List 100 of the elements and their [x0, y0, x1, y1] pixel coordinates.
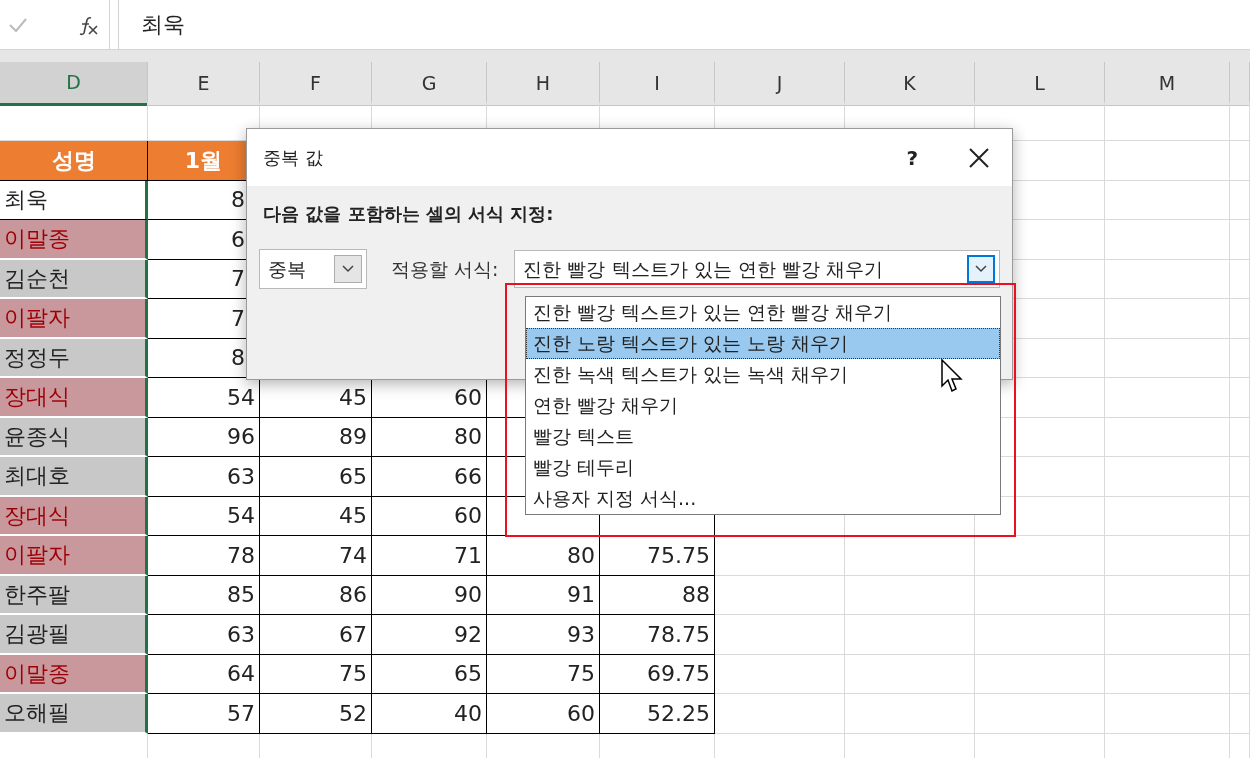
empty-cell[interactable] [1230, 378, 1250, 418]
empty-cell[interactable] [1105, 496, 1230, 536]
empty-cell[interactable] [1230, 496, 1250, 536]
help-button[interactable]: ? [906, 142, 918, 173]
empty-cell[interactable] [845, 536, 975, 576]
empty-cell[interactable] [1105, 615, 1230, 655]
empty-cell[interactable] [1105, 259, 1230, 299]
empty-cell[interactable] [975, 694, 1105, 734]
empty-cell[interactable] [1230, 575, 1250, 615]
empty-cell[interactable] [715, 575, 845, 615]
rule-select[interactable]: 중복 [259, 249, 367, 289]
column-header[interactable] [1230, 62, 1250, 106]
empty-cell[interactable] [1230, 220, 1250, 260]
table-cell: 45 [260, 496, 372, 536]
prompt-text: 다음 값을 포함하는 셀의 서식 지정: [262, 202, 555, 226]
empty-cell[interactable] [1230, 457, 1250, 497]
table-cell: 60 [372, 496, 487, 536]
dropdown-option[interactable]: 진한 노랑 텍스트가 있는 노랑 채우기 [526, 328, 1000, 359]
name-cell[interactable]: 정정두 [0, 338, 148, 378]
column-header[interactable]: G [372, 62, 487, 106]
empty-cell[interactable] [1230, 259, 1250, 299]
empty-cell[interactable] [1105, 101, 1230, 141]
empty-cell[interactable] [1105, 536, 1230, 576]
empty-cell[interactable] [1230, 417, 1250, 457]
column-header[interactable]: K [845, 62, 975, 106]
close-icon[interactable] [968, 146, 990, 169]
name-cell[interactable]: 최대호 [0, 457, 148, 497]
empty-cell[interactable] [975, 654, 1105, 694]
empty-cell[interactable] [1230, 180, 1250, 220]
dropdown-option[interactable]: 진한 빨강 텍스트가 있는 연한 빨강 채우기 [526, 297, 1000, 328]
table-cell: 78.75 [600, 615, 715, 655]
dropdown-option[interactable]: 빨강 테두리 [526, 452, 1000, 483]
name-cell[interactable]: 이팔자 [0, 536, 148, 576]
dropdown-option[interactable]: 연한 빨강 채우기 [526, 390, 1000, 421]
empty-cell[interactable] [975, 615, 1105, 655]
column-header[interactable]: M [1105, 62, 1230, 106]
table-cell: 92 [372, 615, 487, 655]
table-cell: 67 [260, 615, 372, 655]
empty-cell[interactable] [975, 575, 1105, 615]
formula-field[interactable]: 최욱 [118, 0, 1250, 49]
name-cell[interactable]: 한주팔 [0, 575, 148, 615]
table-cell: 91 [487, 575, 600, 615]
column-header[interactable]: L [975, 62, 1105, 106]
name-cell[interactable]: 장대식 [0, 378, 148, 418]
empty-cell[interactable] [975, 536, 1105, 576]
empty-cell[interactable] [715, 615, 845, 655]
name-cell[interactable]: 김순천 [0, 259, 148, 299]
empty-cell[interactable] [1230, 536, 1250, 576]
dropdown-option[interactable]: 사용자 지정 서식... [526, 483, 1000, 514]
name-cell[interactable]: 오해필 [0, 694, 148, 734]
empty-cell[interactable] [845, 694, 975, 734]
empty-cell[interactable] [1105, 220, 1230, 260]
empty-cell[interactable] [1230, 694, 1250, 734]
table-cell: 63 [148, 615, 260, 655]
empty-cell[interactable] [1105, 141, 1230, 181]
column-header[interactable]: E [148, 62, 260, 106]
empty-cell[interactable] [1105, 378, 1230, 418]
name-cell[interactable]: 이말종 [0, 220, 148, 260]
empty-cell[interactable] [845, 654, 975, 694]
empty-cell[interactable] [1230, 338, 1250, 378]
empty-cell[interactable] [1105, 180, 1230, 220]
column-header[interactable]: I [600, 62, 715, 106]
column-header[interactable]: J [715, 62, 845, 106]
check-icon[interactable] [8, 16, 28, 33]
format-select[interactable]: 진한 빨강 텍스트가 있는 연한 빨강 채우기 [514, 250, 1000, 288]
table-cell: 90 [372, 575, 487, 615]
table-cell: 85 [148, 575, 260, 615]
empty-cell[interactable] [845, 615, 975, 655]
empty-cell[interactable] [715, 536, 845, 576]
dropdown-option[interactable]: 빨강 텍스트 [526, 421, 1000, 452]
empty-cell[interactable] [1230, 141, 1250, 181]
name-cell[interactable]: 윤종식 [0, 417, 148, 457]
dropdown-option[interactable]: 진한 녹색 텍스트가 있는 녹색 채우기 [526, 359, 1000, 390]
empty-cell[interactable] [715, 654, 845, 694]
empty-cell[interactable] [1105, 457, 1230, 497]
name-cell[interactable]: 최욱 [0, 180, 148, 220]
name-cell[interactable]: 이말종 [0, 654, 148, 694]
table-cell: 88 [600, 575, 715, 615]
empty-cell[interactable] [1230, 299, 1250, 339]
empty-cell[interactable] [1105, 654, 1230, 694]
table-cell: 78 [148, 536, 260, 576]
table-cell: 96 [148, 417, 260, 457]
empty-cell[interactable] [1105, 575, 1230, 615]
column-header[interactable]: D [0, 62, 148, 106]
empty-cell[interactable] [1230, 615, 1250, 655]
empty-cell[interactable] [715, 694, 845, 734]
name-cell[interactable]: 장대식 [0, 496, 148, 536]
empty-cell[interactable] [845, 575, 975, 615]
empty-cell[interactable] [1105, 299, 1230, 339]
empty-cell[interactable] [1105, 417, 1230, 457]
column-header[interactable]: H [487, 62, 600, 106]
table-cell: 75 [260, 654, 372, 694]
column-header[interactable]: F [260, 62, 372, 106]
name-cell[interactable]: 이팔자 [0, 299, 148, 339]
empty-cell[interactable] [1105, 338, 1230, 378]
name-cell[interactable]: 김광필 [0, 615, 148, 655]
header-cell: 성명 [0, 141, 148, 181]
table-cell: 69.75 [600, 654, 715, 694]
empty-cell[interactable] [1105, 694, 1230, 734]
empty-cell[interactable] [1230, 654, 1250, 694]
